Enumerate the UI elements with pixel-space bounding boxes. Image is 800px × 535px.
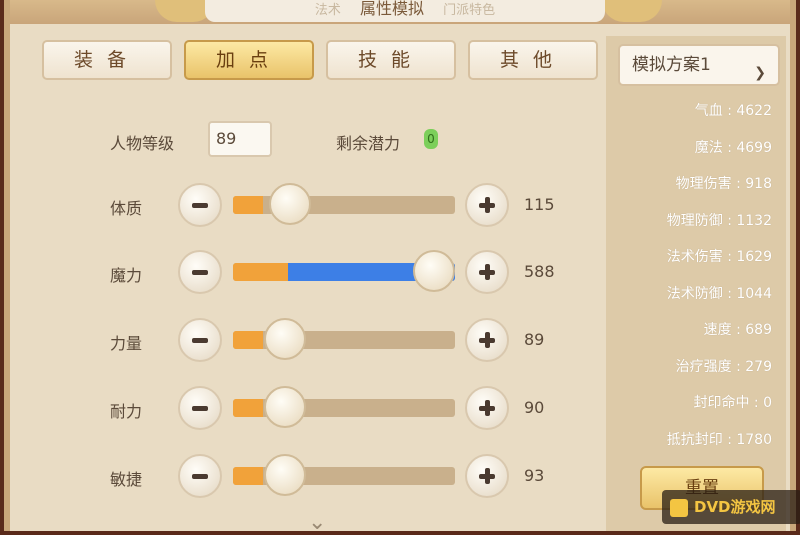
window-title-plate: 法术 属性模拟 门派特色 bbox=[205, 0, 605, 22]
attribute-item: 抵抗封印 : 1780 bbox=[666, 431, 772, 448]
minus-icon bbox=[192, 338, 208, 343]
tab-equipment[interactable]: 装备 bbox=[42, 40, 172, 80]
stat-row: 体质 115 bbox=[110, 183, 570, 233]
ghost-tab-right: 门派特色 bbox=[443, 3, 496, 18]
stat-row: 耐力 90 bbox=[110, 386, 570, 436]
plus-icon-vertical bbox=[484, 264, 490, 280]
slider-handle[interactable] bbox=[264, 454, 306, 496]
stat-value: 93 bbox=[524, 466, 545, 485]
stat-value: 89 bbox=[524, 330, 545, 349]
attribute-item: 封印命中 : 0 bbox=[693, 395, 772, 411]
stat-slider-track[interactable] bbox=[233, 196, 455, 214]
slider-handle[interactable] bbox=[269, 183, 311, 225]
tab-bar: 装备 加点 技能 其他 bbox=[42, 40, 602, 84]
side-panel: 模拟方案1 ❯ 气血 : 4622 魔法 : 4699 物理伤害 : 918 物理防御… bbox=[606, 36, 786, 531]
plus-icon-vertical bbox=[484, 400, 490, 416]
stat-label: 力量 bbox=[110, 334, 143, 353]
stat-label: 体质 bbox=[110, 199, 143, 218]
slider-handle[interactable] bbox=[264, 386, 306, 428]
stat-value: 588 bbox=[524, 262, 555, 281]
stat-label: 耐力 bbox=[110, 402, 143, 421]
plus-button[interactable] bbox=[465, 454, 509, 498]
stat-label: 敏捷 bbox=[110, 470, 143, 489]
attribute-item: 速度 : 689 bbox=[703, 322, 772, 338]
watermark-text: DVD游戏网 bbox=[694, 498, 776, 516]
minus-icon bbox=[192, 474, 208, 479]
slider-fill-base bbox=[233, 331, 263, 349]
slider-fill-base bbox=[233, 399, 263, 417]
attribute-item: 法术伤害 : 1629 bbox=[666, 249, 772, 265]
stat-row: 力量 89 bbox=[110, 318, 570, 368]
chevron-down-icon: ❯ bbox=[754, 65, 766, 81]
scroll-down-chevron-icon[interactable]: ⌄ bbox=[308, 510, 326, 535]
level-label: 人物等级 bbox=[110, 134, 175, 153]
attribute-item: 物理防御 : 1132 bbox=[666, 212, 772, 229]
watermark-logo: DVD游戏网 bbox=[662, 490, 800, 524]
minus-button[interactable] bbox=[178, 250, 222, 294]
slider-handle[interactable] bbox=[413, 250, 455, 292]
scheme-selected-label: 模拟方案1 bbox=[632, 55, 711, 75]
scheme-select[interactable]: 模拟方案1 ❯ bbox=[618, 44, 780, 86]
minus-icon bbox=[192, 270, 208, 275]
slider-handle[interactable] bbox=[264, 318, 306, 360]
tab-add-points[interactable]: 加点 bbox=[184, 40, 314, 80]
attribute-item: 物理伤害 : 918 bbox=[675, 176, 772, 192]
slider-fill-base bbox=[233, 467, 263, 485]
potential-label: 剩余潜力 bbox=[336, 134, 401, 153]
window-title: 属性模拟 bbox=[359, 0, 424, 18]
stat-value: 115 bbox=[524, 195, 555, 214]
minus-button[interactable] bbox=[178, 386, 222, 430]
plus-icon-vertical bbox=[484, 332, 490, 348]
tab-skills[interactable]: 技能 bbox=[326, 40, 456, 80]
stat-label: 魔力 bbox=[110, 266, 143, 285]
slider-fill-base bbox=[233, 196, 263, 214]
minus-icon bbox=[192, 203, 208, 208]
attribute-item: 魔法 : 4699 bbox=[694, 139, 772, 156]
minus-button[interactable] bbox=[178, 183, 222, 227]
minus-icon bbox=[192, 406, 208, 411]
stat-row: 敏捷 93 bbox=[110, 454, 570, 504]
plus-button[interactable] bbox=[465, 250, 509, 294]
plus-button[interactable] bbox=[465, 386, 509, 430]
level-input[interactable]: 89 bbox=[208, 121, 272, 157]
plus-button[interactable] bbox=[465, 183, 509, 227]
attribute-item: 法术防御 : 1044 bbox=[666, 285, 772, 302]
plus-button[interactable] bbox=[465, 318, 509, 362]
stat-row: 魔力 588 bbox=[110, 250, 570, 300]
minus-button[interactable] bbox=[178, 318, 222, 362]
tab-other[interactable]: 其他 bbox=[468, 40, 598, 80]
attribute-item: 治疗强度 : 279 bbox=[675, 358, 772, 375]
plus-icon-vertical bbox=[484, 197, 490, 213]
potential-value: 0 bbox=[424, 129, 438, 149]
ghost-tab-left: 法术 bbox=[314, 3, 341, 18]
attribute-item: 气血 : 4622 bbox=[694, 103, 772, 119]
slider-fill-base bbox=[233, 263, 288, 281]
plus-icon-vertical bbox=[484, 468, 490, 484]
simulation-window: 法术 属性模拟 门派特色 装备 加点 技能 其他 人物等级 89 剩余潜力 0 … bbox=[4, 0, 800, 535]
stat-value: 90 bbox=[524, 398, 545, 417]
minus-button[interactable] bbox=[178, 454, 222, 498]
watermark-mark-icon bbox=[670, 498, 688, 517]
